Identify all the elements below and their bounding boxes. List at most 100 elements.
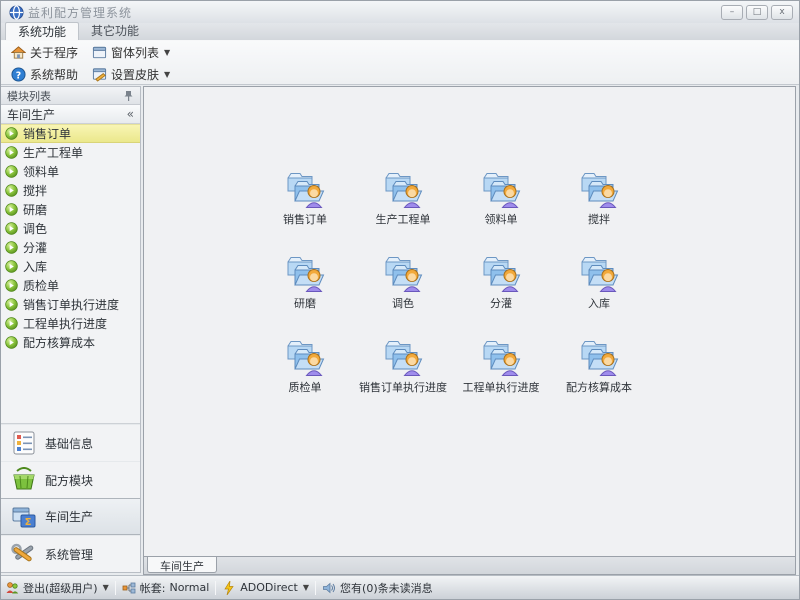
module-shortcut[interactable]: 领料单: [452, 165, 550, 249]
sidebar-group-workshop[interactable]: 车间生产 «: [1, 105, 140, 124]
module-sidebar: 模块列表 车间生产 « 销售订单 生产工程单 领料单: [1, 86, 141, 573]
maximize-button[interactable]: □: [746, 5, 768, 20]
module-shortcut[interactable]: 研磨: [256, 249, 354, 333]
nav-basic-info[interactable]: 基础信息: [1, 424, 140, 461]
sidebar-item[interactable]: 销售订单执行进度: [1, 295, 140, 314]
account-set-indicator: 帐套: Normal: [122, 580, 210, 596]
connection-mode-button[interactable]: ADODirect ▼: [222, 581, 309, 595]
ribbon-body: 关于程序 窗体列表 ▼ ? 系统帮助 设置皮肤 ▼: [1, 41, 799, 85]
titlebar: 益利配方管理系统 – □ x: [1, 1, 799, 23]
sidebar-item-label: 搅拌: [23, 182, 47, 199]
tools-icon: [11, 541, 37, 567]
sidebar-item[interactable]: 领料单: [1, 162, 140, 181]
module-shortcut[interactable]: 销售订单: [256, 165, 354, 249]
green-arrow-icon: [5, 279, 18, 292]
doc-tab-workshop[interactable]: 车间生产: [147, 557, 217, 573]
green-arrow-icon: [5, 260, 18, 273]
folder-user-icon: [480, 253, 522, 293]
app-logo-icon: [9, 5, 24, 20]
svg-text:?: ?: [16, 70, 21, 81]
green-arrow-icon: [5, 184, 18, 197]
document-tab-strip: 车间生产: [143, 557, 796, 575]
sidebar-item[interactable]: 生产工程单: [1, 143, 140, 162]
green-arrow-icon: [5, 146, 18, 159]
chevron-down-icon: ▼: [164, 70, 170, 79]
sidebar-item[interactable]: 销售订单: [1, 124, 140, 143]
folder-user-icon: [284, 337, 326, 377]
account-set-value: Normal: [169, 581, 209, 594]
sidebar-nav: 基础信息 配方模块 Σ 车间生产: [1, 424, 140, 572]
module-shortcut-label: 销售订单: [283, 211, 327, 227]
pin-icon[interactable]: [123, 90, 134, 102]
sidebar-item[interactable]: 研磨: [1, 200, 140, 219]
green-arrow-icon: [5, 127, 18, 140]
tab-other-functions[interactable]: 其它功能: [79, 22, 151, 40]
module-shortcut[interactable]: 搅拌: [550, 165, 648, 249]
system-help-button[interactable]: ? 系统帮助: [7, 63, 88, 85]
sidebar-item[interactable]: 工程单执行进度: [1, 314, 140, 333]
statusbar: 登出(超级用户) ▼ 帐套: Normal ADODirect ▼: [1, 575, 799, 599]
sidebar-item-list: 销售订单 生产工程单 领料单 搅拌 研磨 调色: [1, 124, 140, 352]
module-shortcut[interactable]: 生产工程单: [354, 165, 452, 249]
module-shortcut[interactable]: 调色: [354, 249, 452, 333]
logout-button[interactable]: 登出(超级用户) ▼: [5, 580, 109, 596]
module-list-header: 模块列表: [1, 87, 140, 105]
form-list-button[interactable]: 窗体列表 ▼: [88, 41, 180, 63]
app-window: 益利配方管理系统 – □ x 系统功能 其它功能 关于程序 窗体列表 ▼: [0, 0, 800, 600]
folder-user-icon: [284, 253, 326, 293]
sidebar-item[interactable]: 搅拌: [1, 181, 140, 200]
green-arrow-icon: [5, 203, 18, 216]
sidebar-item[interactable]: 质检单: [1, 276, 140, 295]
sidebar-item[interactable]: 分灌: [1, 238, 140, 257]
module-shortcut-label: 销售订单执行进度: [359, 379, 447, 395]
nav-formula-module[interactable]: 配方模块: [1, 461, 140, 498]
green-arrow-icon: [5, 165, 18, 178]
sidebar-item-label: 工程单执行进度: [23, 315, 107, 332]
module-shortcut[interactable]: 配方核算成本: [550, 333, 648, 417]
green-arrow-icon: [5, 222, 18, 235]
sidebar-item[interactable]: 配方核算成本: [1, 333, 140, 352]
module-shortcut-label: 生产工程单: [376, 211, 431, 227]
chevron-down-icon: ▼: [164, 48, 170, 57]
sidebar-item[interactable]: 入库: [1, 257, 140, 276]
module-shortcut-label: 研磨: [294, 295, 316, 311]
module-shortcut-label: 质检单: [289, 379, 322, 395]
list-icon: [11, 430, 37, 456]
sidebar-item[interactable]: 调色: [1, 219, 140, 238]
sidebar-item-label: 研磨: [23, 201, 47, 218]
module-shortcut[interactable]: 销售订单执行进度: [354, 333, 452, 417]
module-grid: 销售订单 生产工程单 领料单: [256, 165, 648, 417]
minimize-button[interactable]: –: [721, 5, 743, 20]
module-shortcut-label: 入库: [588, 295, 610, 311]
tab-system-functions[interactable]: 系统功能: [5, 22, 79, 40]
green-arrow-icon: [5, 298, 18, 311]
green-arrow-icon: [5, 336, 18, 349]
sidebar-item-label: 领料单: [23, 163, 59, 180]
module-shortcut[interactable]: 分灌: [452, 249, 550, 333]
lightning-icon: [222, 581, 236, 595]
close-button[interactable]: x: [771, 5, 793, 20]
module-shortcut-label: 工程单执行进度: [463, 379, 540, 395]
module-shortcut[interactable]: 质检单: [256, 333, 354, 417]
module-shortcut-label: 分灌: [490, 295, 512, 311]
sidebar-item-label: 质检单: [23, 277, 59, 294]
about-program-button[interactable]: 关于程序: [7, 41, 88, 63]
nav-workshop-production[interactable]: Σ 车间生产: [1, 498, 140, 535]
module-shortcut-label: 配方核算成本: [566, 379, 632, 395]
green-arrow-icon: [5, 241, 18, 254]
set-skin-button[interactable]: 设置皮肤 ▼: [88, 63, 180, 85]
module-shortcut[interactable]: 入库: [550, 249, 648, 333]
basket-icon: [11, 467, 37, 493]
statusbar-separator: [315, 581, 316, 595]
folder-user-icon: [382, 169, 424, 209]
statusbar-separator: [215, 581, 216, 595]
module-shortcut[interactable]: 工程单执行进度: [452, 333, 550, 417]
collapse-icon[interactable]: «: [127, 107, 134, 121]
help-icon: ?: [11, 67, 26, 82]
module-shortcut-label: 领料单: [485, 211, 518, 227]
sidebar-item-label: 销售订单执行进度: [23, 296, 119, 313]
unread-messages-indicator[interactable]: 您有(0)条未读消息: [322, 580, 433, 596]
nav-system-management[interactable]: 系统管理: [1, 535, 140, 572]
skin-icon: [92, 67, 107, 82]
module-shortcut-label: 调色: [392, 295, 414, 311]
